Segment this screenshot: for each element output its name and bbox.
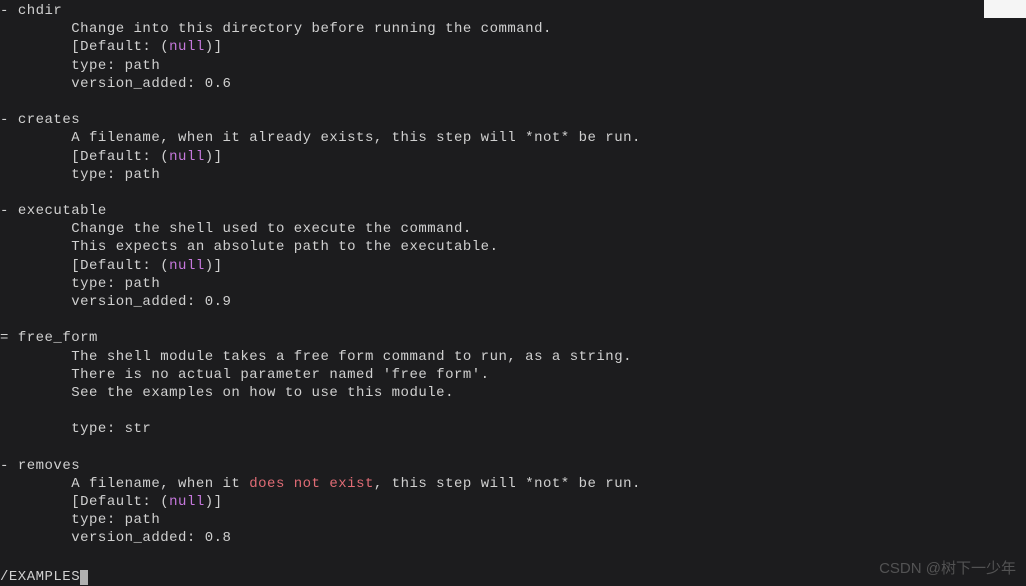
doc-line: - executable xyxy=(0,202,1026,220)
doc-line: Change the shell used to execute the com… xyxy=(0,220,1026,238)
doc-line: - creates xyxy=(0,111,1026,129)
doc-line: - removes xyxy=(0,457,1026,475)
doc-line: This expects an absolute path to the exe… xyxy=(0,238,1026,256)
doc-line xyxy=(0,93,1026,111)
cursor-icon xyxy=(80,570,88,585)
doc-line: version_added: 0.9 xyxy=(0,293,1026,311)
doc-line: [Default: (null)] xyxy=(0,257,1026,275)
watermark-label: CSDN @树下一少年 xyxy=(879,559,1016,579)
doc-line: [Default: (null)] xyxy=(0,38,1026,56)
doc-line: type: path xyxy=(0,275,1026,293)
doc-line xyxy=(0,439,1026,457)
doc-line: The shell module takes a free form comma… xyxy=(0,348,1026,366)
doc-line: version_added: 0.8 xyxy=(0,529,1026,547)
doc-line xyxy=(0,311,1026,329)
doc-line: type: str xyxy=(0,420,1026,438)
doc-line: version_added: 0.6 xyxy=(0,75,1026,93)
doc-line: There is no actual parameter named 'free… xyxy=(0,366,1026,384)
terminal-content: - chdir Change into this directory befor… xyxy=(0,2,1026,566)
doc-line: - chdir xyxy=(0,2,1026,20)
doc-line: See the examples on how to use this modu… xyxy=(0,384,1026,402)
doc-line xyxy=(0,184,1026,202)
doc-line xyxy=(0,402,1026,420)
doc-line: = free_form xyxy=(0,329,1026,347)
doc-line: type: path xyxy=(0,166,1026,184)
doc-line: type: path xyxy=(0,57,1026,75)
doc-line: type: path xyxy=(0,511,1026,529)
top-right-box xyxy=(984,0,1026,18)
doc-line: A filename, when it already exists, this… xyxy=(0,129,1026,147)
doc-line: [Default: (null)] xyxy=(0,493,1026,511)
search-command-line[interactable]: /EXAMPLES xyxy=(0,566,1026,586)
doc-line: Change into this directory before runnin… xyxy=(0,20,1026,38)
doc-line: [Default: (null)] xyxy=(0,148,1026,166)
doc-line: A filename, when it does not exist, this… xyxy=(0,475,1026,493)
search-query: /EXAMPLES xyxy=(0,569,80,585)
doc-line xyxy=(0,548,1026,566)
